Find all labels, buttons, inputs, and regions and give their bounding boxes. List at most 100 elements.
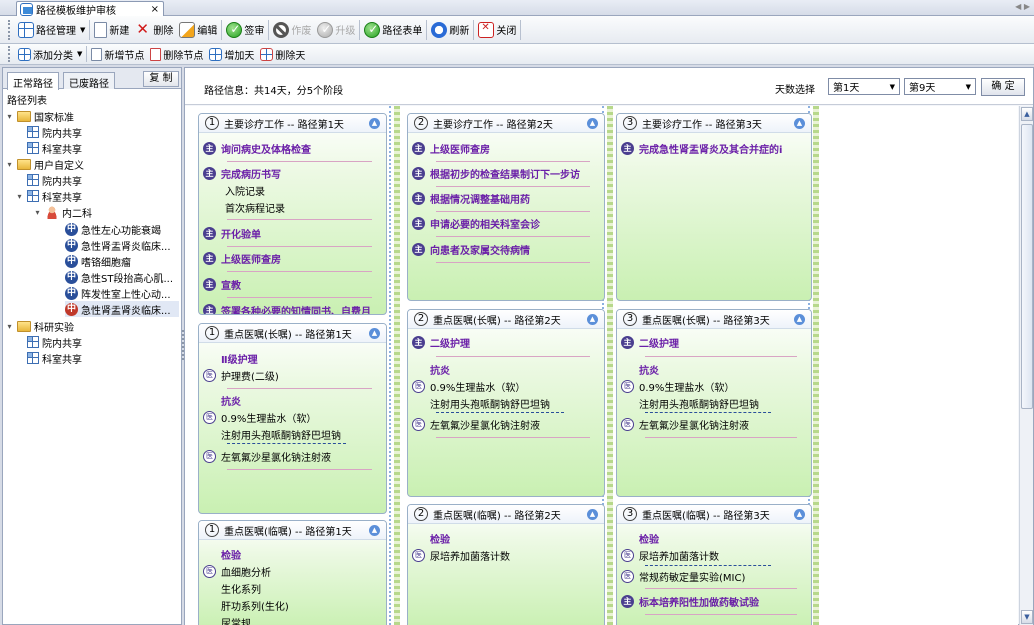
order-item[interactable]: 医血细胞分析: [203, 563, 380, 580]
task-item[interactable]: 主申请必要的相关科室会诊: [412, 215, 598, 232]
scroll-down-button[interactable]: ▼: [1021, 610, 1033, 624]
confirm-button[interactable]: 确 定: [981, 78, 1025, 96]
task-item[interactable]: 主签署各种必要的知情同书、自费月: [203, 302, 380, 314]
order-item[interactable]: 医左氧氟沙星氯化钠注射液: [203, 448, 380, 465]
delete-day-button[interactable]: 删除天: [257, 45, 308, 63]
upgrade-button[interactable]: 升级: [314, 19, 358, 41]
day1-main-work-card[interactable]: 1 主要诊疗工作 -- 路径第1天 ▲ 主询问病史及体格检查 主完成病历书写 入院…: [198, 113, 387, 315]
tab-normal-routes[interactable]: 正常路径: [7, 72, 59, 90]
tree-node-dept-shared[interactable]: ▾ 科室共享: [15, 188, 82, 204]
task-item[interactable]: 主上级医师查房: [203, 250, 380, 267]
order-sub-item[interactable]: 注射用头孢哌酮钠舒巴坦钠: [430, 395, 598, 412]
void-button[interactable]: 作废: [270, 19, 314, 41]
day3-long-orders-card[interactable]: 3 重点医嘱(长嘱) -- 路径第3天 ▲ 主二级护理 抗炎 医 0.9%生理盐水（…: [616, 309, 812, 497]
task-item[interactable]: 主开化验单: [203, 225, 380, 242]
tree-node-route-selected[interactable]: 中急性肾盂肾炎临床...: [65, 301, 179, 317]
tree-node-national[interactable]: ▾ 国家标准: [5, 108, 74, 124]
day2-main-work-card[interactable]: 2 主要诊疗工作 -- 路径第2天 ▲ 主上级医师查房 主根据初步的检查结果制订下…: [407, 113, 605, 301]
scroll-thumb[interactable]: [1021, 124, 1033, 409]
tree-node-user-defined[interactable]: ▾ 用户自定义: [5, 156, 84, 172]
new-button[interactable]: 新建: [91, 19, 132, 41]
task-item[interactable]: 主完成急性肾盂肾炎及其合并症的i: [621, 140, 805, 157]
collapse-icon[interactable]: ▾: [33, 208, 42, 217]
copy-button[interactable]: 复 制: [143, 71, 179, 87]
tree-node-hospital-shared[interactable]: 院内共享: [27, 124, 82, 140]
order-item[interactable]: 医尿培养加菌落计数: [621, 547, 805, 564]
collapse-card-icon[interactable]: ▲: [794, 509, 805, 520]
order-item[interactable]: 医左氧氟沙星氯化钠注射液: [621, 416, 805, 433]
day1-temp-orders-card[interactable]: 1 重点医嘱(临嘱) -- 路径第1天 ▲ 检验 医血细胞分析 生化系列 肝功系列…: [198, 520, 387, 625]
order-item[interactable]: 医尿培养加菌落计数: [412, 547, 598, 564]
tree-node-internal-dept-2[interactable]: ▾ 内二科: [33, 204, 92, 220]
task-item[interactable]: 主根据情况调整基础用药: [412, 190, 598, 207]
task-item[interactable]: 主标本培养阳性加做药敏试验: [621, 593, 805, 610]
order-item[interactable]: 医常规药敏定量实验(MIC): [621, 568, 805, 585]
order-sub-item[interactable]: 注射用头孢哌酮钠舒巴坦钠: [639, 395, 805, 412]
refresh-button[interactable]: 刷新: [428, 19, 472, 41]
task-item[interactable]: 主上级医师查房: [412, 140, 598, 157]
collapse-icon[interactable]: ▾: [15, 192, 24, 201]
collapse-card-icon[interactable]: ▲: [587, 509, 598, 520]
collapse-card-icon[interactable]: ▲: [369, 525, 380, 536]
tab-route-template[interactable]: 路径模板维护审核 ×: [16, 1, 164, 17]
tree-node-dept-shared[interactable]: 科室共享: [27, 350, 82, 366]
task-item[interactable]: 主向患者及家属交待病情: [412, 241, 598, 258]
task-sub-item[interactable]: 入院记录: [225, 182, 380, 199]
order-sub-item[interactable]: 尿常规: [221, 614, 380, 625]
sign-button[interactable]: 签审: [223, 19, 267, 41]
delete-node-button[interactable]: 删除节点: [147, 45, 206, 63]
day3-temp-orders-card[interactable]: 3 重点医嘱(临嘱) -- 路径第3天 ▲ 检验 医尿培养加菌落计数 医常规药敏定…: [616, 504, 812, 625]
tree-node-dept-shared[interactable]: 科室共享: [27, 140, 82, 156]
collapse-card-icon[interactable]: ▲: [587, 118, 598, 129]
path-manage-button[interactable]: 路径管理 ▼: [15, 19, 88, 41]
tree-node-route[interactable]: 中急性肾盂肾炎临床...: [65, 237, 171, 253]
tree-node-hospital-shared[interactable]: 院内共享: [27, 334, 82, 350]
collapse-card-icon[interactable]: ▲: [369, 328, 380, 339]
collapse-card-icon[interactable]: ▲: [587, 314, 598, 325]
tree-node-route[interactable]: 中阵发性室上性心动...: [65, 285, 171, 301]
tree-node-route[interactable]: 中嗜铬细胞瘤: [65, 253, 131, 269]
tab-close-button[interactable]: ×: [151, 4, 159, 15]
order-item[interactable]: 医 0.9%生理盐水（软）: [412, 378, 598, 395]
order-sub-item[interactable]: 生化系列: [221, 580, 380, 597]
order-item[interactable]: 医 0.9%生理盐水（软）: [621, 378, 805, 395]
order-item[interactable]: 医左氧氟沙星氯化钠注射液: [412, 416, 598, 433]
scroll-up-button[interactable]: ▲: [1021, 107, 1033, 121]
delete-button[interactable]: 删除: [132, 19, 176, 41]
tree-node-route[interactable]: 中急性ST段抬高心肌...: [65, 269, 173, 285]
tree-node-route[interactable]: 中急性左心功能衰竭: [65, 221, 161, 237]
add-day-button[interactable]: 增加天: [206, 45, 257, 63]
add-node-button[interactable]: 新增节点: [88, 45, 147, 63]
close-button[interactable]: 关闭: [475, 19, 519, 41]
tab-scroll-arrows[interactable]: ◀ ▶: [1015, 2, 1030, 11]
order-item[interactable]: 主二级护理: [412, 334, 598, 351]
collapse-icon[interactable]: ▾: [5, 322, 14, 331]
order-sub-item[interactable]: 肝功系列(生化): [221, 597, 380, 614]
edit-button[interactable]: 编辑: [176, 19, 220, 41]
day2-temp-orders-card[interactable]: 2 重点医嘱(临嘱) -- 路径第2天 ▲ 检验 医尿培养加菌落计数: [407, 504, 605, 625]
vertical-scrollbar[interactable]: ▲ ▼: [1019, 106, 1033, 625]
order-item[interactable]: 医 0.9%生理盐水（软）: [203, 409, 380, 426]
day3-main-work-card[interactable]: 3 主要诊疗工作 -- 路径第3天 ▲ 主完成急性肾盂肾炎及其合并症的i: [616, 113, 812, 301]
collapse-card-icon[interactable]: ▲: [794, 118, 805, 129]
collapse-icon[interactable]: ▾: [5, 160, 14, 169]
collapse-icon[interactable]: ▾: [5, 112, 14, 121]
toolbar-grip[interactable]: [8, 46, 11, 62]
order-item[interactable]: 医护理费(二级): [203, 367, 380, 384]
tab-void-routes[interactable]: 已废路径: [63, 72, 115, 90]
collapse-card-icon[interactable]: ▲: [369, 118, 380, 129]
task-item[interactable]: 主完成病历书写: [203, 165, 380, 182]
day2-long-orders-card[interactable]: 2 重点医嘱(长嘱) -- 路径第2天 ▲ 主二级护理 抗炎 医 0.9%生理盐水（…: [407, 309, 605, 497]
tree-node-hospital-shared[interactable]: 院内共享: [27, 172, 82, 188]
collapse-card-icon[interactable]: ▲: [794, 314, 805, 325]
order-item[interactable]: 主二级护理: [621, 334, 805, 351]
end-day-select[interactable]: 第9天 ▼: [904, 78, 976, 95]
toolbar-grip[interactable]: [8, 19, 11, 40]
day1-long-orders-card[interactable]: 1 重点医嘱(长嘱) -- 路径第1天 ▲ Ⅱ级护理 医护理费(二级) 抗炎 医0…: [198, 323, 387, 514]
start-day-select[interactable]: 第1天 ▼: [828, 78, 900, 95]
task-sub-item[interactable]: 首次病程记录: [225, 199, 380, 216]
task-item[interactable]: 主询问病史及体格检查: [203, 140, 380, 157]
order-sub-item[interactable]: 注射用头孢哌酮钠舒巴坦钠: [221, 426, 380, 443]
tree-node-research[interactable]: ▾ 科研实验: [5, 318, 74, 334]
task-item[interactable]: 主根据初步的检查结果制订下一步访: [412, 165, 598, 182]
